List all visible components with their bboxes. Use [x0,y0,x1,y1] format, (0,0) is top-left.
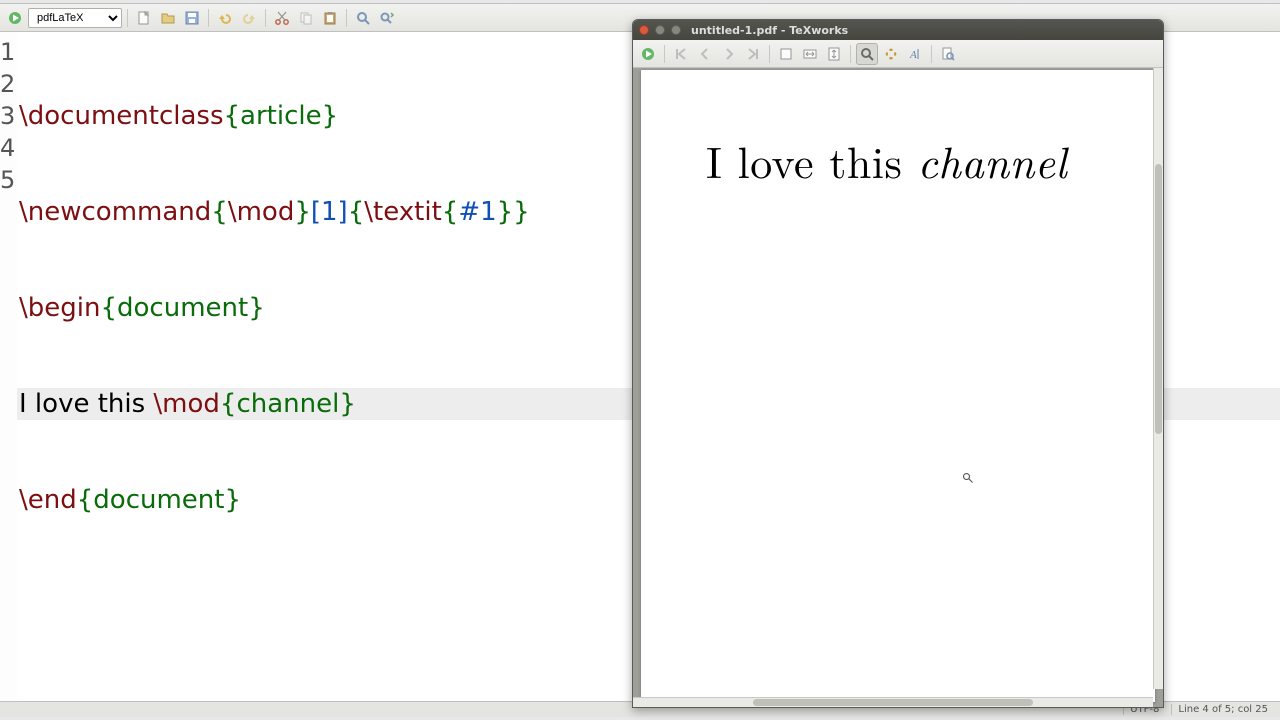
preview-hscrollbar[interactable] [633,697,1153,707]
replace-button[interactable] [376,7,398,29]
preview-titlebar[interactable]: untitled-1.pdf - TeXworks [633,20,1163,40]
fit-width-button[interactable] [799,43,821,65]
line-number: 1 [0,36,17,68]
typeset-button[interactable] [637,43,659,65]
window-minimize-button[interactable] [655,25,665,35]
pdf-rendered-text: I love this channel [706,128,1067,191]
svg-text:A: A [909,49,917,61]
preview-title: untitled-1.pdf - TeXworks [691,24,848,37]
fit-window-button[interactable] [823,43,845,65]
typeset-button[interactable] [4,7,26,29]
separator [265,9,266,27]
last-page-button[interactable] [742,43,764,65]
undo-button[interactable] [214,7,236,29]
separator [127,9,128,27]
redo-button[interactable] [238,7,260,29]
separator [931,45,932,63]
line-gutter: 1 2 3 4 5 [0,32,17,717]
copy-button[interactable] [295,7,317,29]
separator [850,45,851,63]
preview-window: untitled-1.pdf - TeXworks [632,19,1164,708]
separator [769,45,770,63]
line-number: 5 [0,164,17,196]
text-select-tool-button[interactable]: A [904,43,926,65]
search-pdf-button[interactable] [937,43,959,65]
first-page-button[interactable] [670,43,692,65]
engine-select[interactable]: pdfLaTeX [28,8,122,28]
line-number: 4 [0,132,17,164]
line-number: 3 [0,100,17,132]
preview-vscroll-thumb[interactable] [1155,164,1162,434]
open-file-button[interactable] [157,7,179,29]
pdf-page: I love this channel [641,70,1155,702]
separator [664,45,665,63]
preview-viewport[interactable]: I love this channel [633,68,1163,707]
save-button[interactable] [181,7,203,29]
prev-page-button[interactable] [694,43,716,65]
cut-button[interactable] [271,7,293,29]
scroll-tool-button[interactable] [880,43,902,65]
new-file-button[interactable] [133,7,155,29]
paste-button[interactable] [319,7,341,29]
separator [208,9,209,27]
preview-hscroll-thumb[interactable] [753,699,1033,706]
window-close-button[interactable] [639,25,649,35]
window-maximize-button[interactable] [671,25,681,35]
separator [346,9,347,27]
line-number: 2 [0,68,17,100]
next-page-button[interactable] [718,43,740,65]
actual-size-button[interactable] [775,43,797,65]
search-button[interactable] [352,7,374,29]
magnify-tool-button[interactable] [856,43,878,65]
preview-toolbar: A [633,40,1163,68]
preview-vscrollbar[interactable] [1153,68,1163,689]
status-position: Line 4 of 5; col 25 [1171,704,1274,715]
